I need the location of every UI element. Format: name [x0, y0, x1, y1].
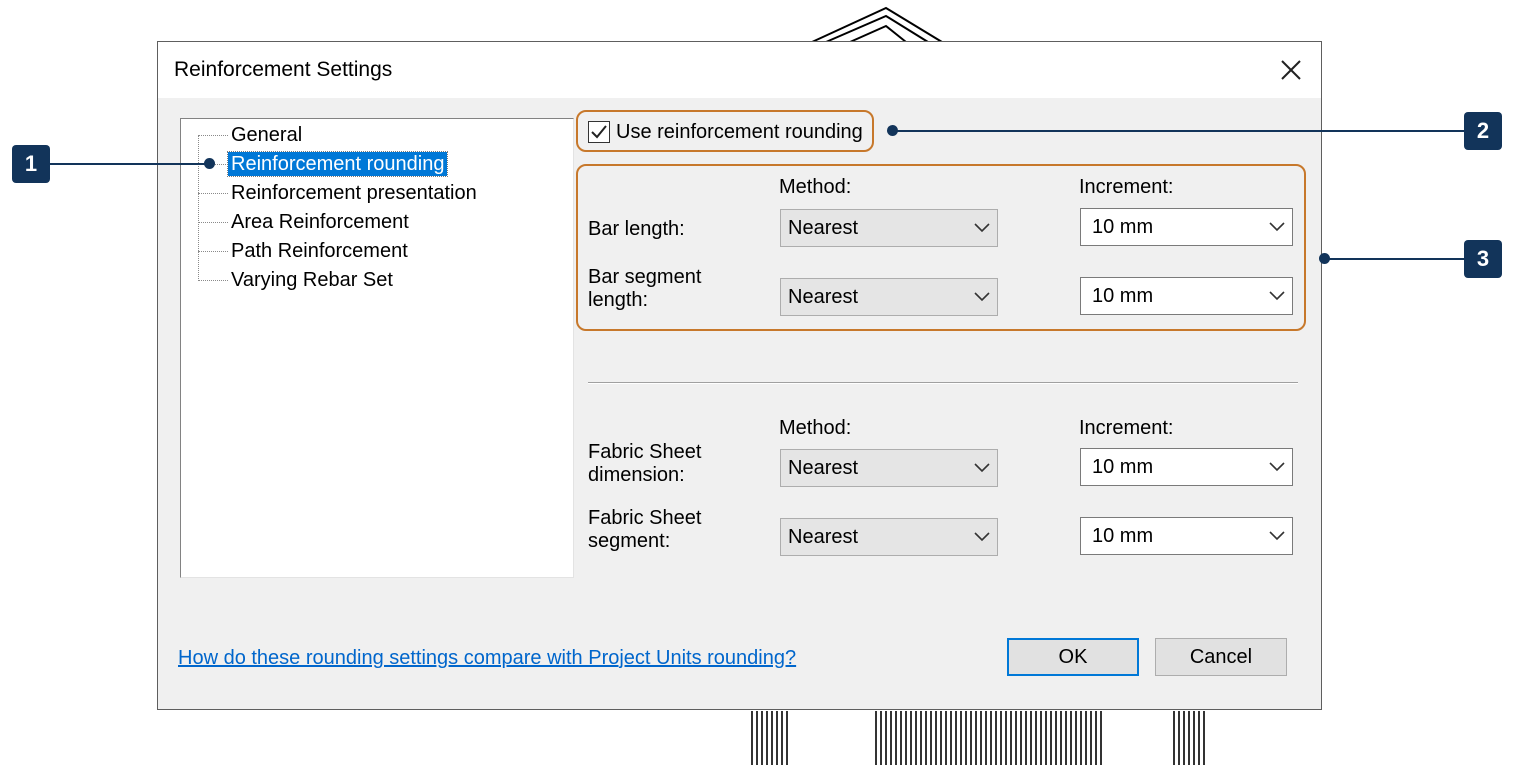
select-value: 10 mm	[1092, 524, 1154, 547]
fabric-dimension-method-select[interactable]: Nearest	[780, 449, 998, 487]
chevron-down-icon	[1262, 449, 1292, 485]
fabric-method-header: Method:	[779, 417, 852, 439]
section-divider	[588, 382, 1298, 384]
callout-badge-2: 2	[1464, 112, 1502, 150]
close-icon	[1281, 60, 1301, 80]
select-value: Nearest	[788, 456, 859, 479]
fabric-dimension-label-line1: Fabric Sheet	[588, 441, 702, 463]
fabric-segment-method-select[interactable]: Nearest	[780, 518, 998, 556]
chevron-down-icon	[1262, 518, 1292, 554]
callout-badge-1: 1	[12, 145, 50, 183]
highlight-box-bar-settings	[576, 164, 1306, 331]
tree-item-reinforcement-presentation[interactable]: Reinforcement presentation	[198, 180, 558, 206]
settings-tree: General Reinforcement rounding Reinforce…	[180, 118, 574, 578]
tree-item-label: Reinforcement rounding	[226, 151, 449, 177]
tree-item-label: Area Reinforcement	[231, 211, 409, 233]
fabric-dimension-increment-select[interactable]: 10 mm	[1080, 448, 1293, 486]
tree-item-label: Varying Rebar Set	[231, 269, 393, 291]
rounding-help-link[interactable]: How do these rounding settings compare w…	[178, 647, 796, 670]
cancel-button[interactable]: Cancel	[1155, 638, 1287, 676]
chevron-down-icon	[967, 519, 997, 555]
tree-item-general[interactable]: General	[198, 122, 558, 148]
close-button[interactable]	[1273, 52, 1309, 88]
tree-item-label: Reinforcement presentation	[231, 182, 477, 204]
tree-item-label: General	[231, 124, 303, 146]
highlight-box-checkbox	[576, 110, 874, 152]
dialog-titlebar: Reinforcement Settings	[158, 42, 1321, 98]
fabric-dimension-label-line2: dimension:	[588, 464, 685, 486]
callout-dot-1	[204, 158, 215, 169]
tree-item-varying-rebar-set[interactable]: Varying Rebar Set	[198, 267, 558, 293]
ok-button[interactable]: OK	[1007, 638, 1139, 676]
callout-badge-3: 3	[1464, 240, 1502, 278]
callout-line-2	[893, 130, 1464, 132]
dialog-title: Reinforcement Settings	[174, 58, 393, 81]
tree-item-label: Path Reinforcement	[231, 240, 408, 262]
tree-item-area-reinforcement[interactable]: Area Reinforcement	[198, 209, 558, 235]
chevron-down-icon	[967, 450, 997, 486]
callout-dot-2	[887, 125, 898, 136]
callout-dot-3	[1319, 253, 1330, 264]
fabric-segment-label-line2: segment:	[588, 530, 671, 552]
select-value: 10 mm	[1092, 455, 1154, 478]
select-value: Nearest	[788, 525, 859, 548]
callout-line-1	[50, 163, 210, 165]
tree-item-path-reinforcement[interactable]: Path Reinforcement	[198, 238, 558, 264]
fabric-segment-increment-select[interactable]: 10 mm	[1080, 517, 1293, 555]
tree-item-reinforcement-rounding[interactable]: Reinforcement rounding	[198, 151, 558, 177]
fabric-increment-header: Increment:	[1079, 417, 1174, 439]
callout-line-3	[1326, 258, 1464, 260]
fabric-segment-label-line1: Fabric Sheet	[588, 507, 702, 529]
